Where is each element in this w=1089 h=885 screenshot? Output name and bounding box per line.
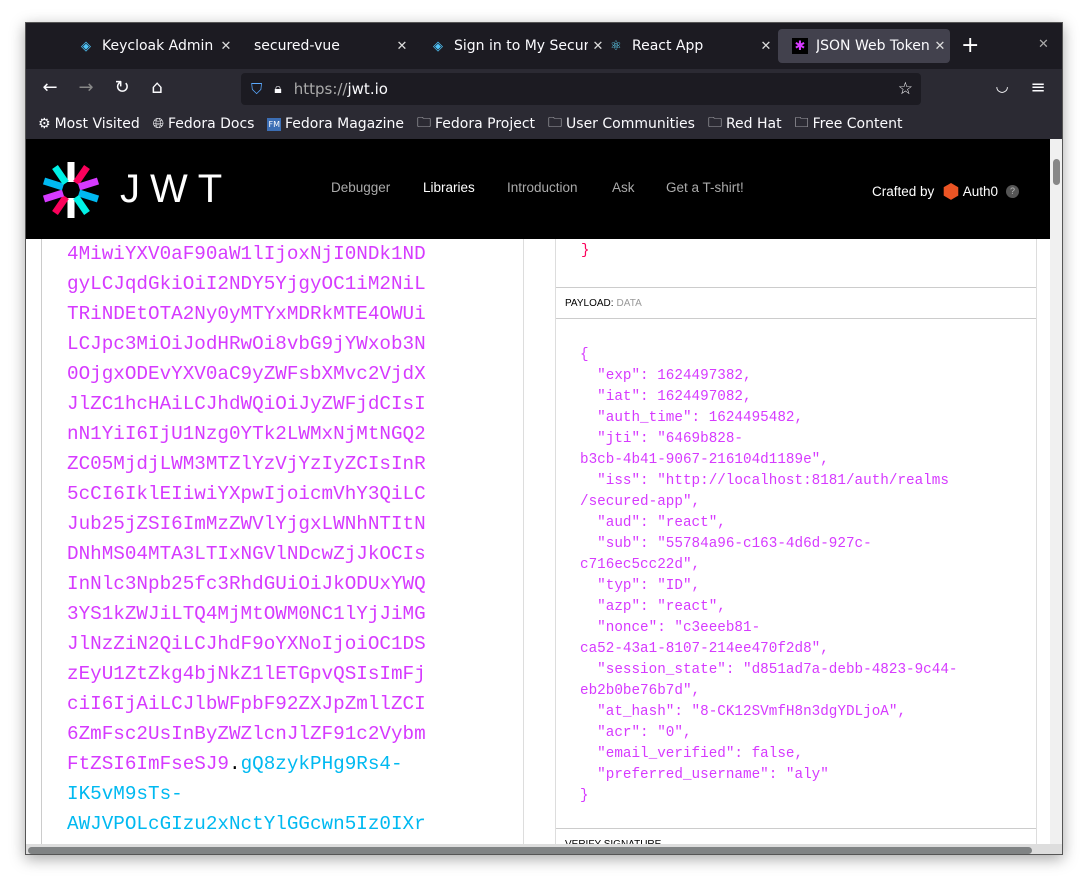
bookmark-fedora-project[interactable]: 🗀 Fedora Project	[417, 112, 535, 136]
payload-line: "azp": "react",	[580, 599, 726, 615]
payload-line: "email_verified": false,	[580, 746, 804, 762]
folder-icon: 🗀	[794, 115, 809, 131]
pocket-icon[interactable]: ◡	[990, 77, 1014, 95]
payload-line: "jti": "6469b828-	[580, 431, 744, 447]
reload-button[interactable]: ↻	[110, 77, 134, 98]
payload-line: "acr": "0",	[580, 725, 692, 741]
horizontal-scroll-thumb[interactable]	[28, 847, 1032, 854]
payload-line: b3cb-4b41-9067-216104d1189e",	[580, 452, 829, 468]
bookmark-fedora-docs[interactable]: 🌐︎ Fedora Docs	[153, 116, 255, 132]
payload-line: ca52-43a1-8107-214ee470f2d8",	[580, 641, 829, 657]
decoded-panel: } PAYLOAD: DATA { "exp": 1624497382, "iat…	[555, 239, 1037, 854]
gear-icon: ⚙	[38, 116, 51, 132]
tab-sign-in[interactable]: ◈ Sign in to My Secur ✕	[416, 29, 608, 63]
folder-icon: 🗀	[548, 115, 563, 131]
encoded-signature: IK5vM9sTs- AWJVPOLcGIzu2xNctYlGGcwn5Iz0I…	[67, 783, 426, 835]
url-bar[interactable]: ⛉ 🔒︎ https://jwt.io ☆	[241, 73, 921, 105]
site-header: JWT Debugger Libraries Introduction Ask …	[26, 139, 1050, 239]
tab-secured-vue[interactable]: secured-vue ✕	[240, 29, 412, 63]
encoded-signature-head: gQ8zykPHg9Rs4-	[240, 753, 403, 775]
close-window-icon[interactable]: ✕	[1038, 37, 1049, 52]
react-icon: ⚛	[610, 38, 622, 54]
tab-jwt[interactable]: ✱ JSON Web Tokens ✕	[778, 29, 950, 63]
payload-line: c716ec5cc22d",	[580, 557, 701, 573]
jwt-logo-text: JWT	[120, 167, 233, 211]
close-tab-icon[interactable]: ✕	[756, 39, 776, 54]
folder-icon: 🗀	[416, 115, 431, 131]
jwt-page: JWT Debugger Libraries Introduction Ask …	[26, 139, 1050, 854]
crafted-by-auth0[interactable]: Crafted by ⬢ Auth0 ?	[872, 179, 1020, 204]
menu-icon[interactable]: ≡	[1026, 77, 1050, 98]
menu-tshirt[interactable]: Get a T-shirt!	[666, 180, 744, 195]
bookmark-user-communities[interactable]: 🗀 User Communities	[548, 112, 695, 136]
bookmark-fedora-magazine[interactable]: FM Fedora Magazine	[267, 116, 404, 132]
bookmark-star-icon[interactable]: ☆	[898, 79, 913, 99]
bookmark-most-visited[interactable]: ⚙ Most Visited	[38, 116, 140, 132]
forward-button[interactable]: →	[74, 77, 98, 98]
payload-line: {	[580, 347, 589, 363]
horizontal-scrollbar[interactable]	[26, 844, 1062, 854]
token-dot: .	[229, 753, 241, 775]
payload-line: "aud": "react",	[580, 515, 726, 531]
close-tab-icon[interactable]: ✕	[392, 39, 412, 54]
payload-line: "session_state": "d851ad7a-debb-4823-9c4…	[580, 662, 958, 678]
nav-toolbar: ← → ↻ ⌂ ⛉ 🔒︎ https://jwt.io ☆ ◡ ≡	[26, 69, 1062, 109]
vertical-scrollbar[interactable]	[1050, 139, 1062, 854]
home-button[interactable]: ⌂	[145, 77, 169, 98]
payload-line: "iss": "http://localhost:8181/auth/realm…	[580, 473, 949, 489]
payload-line: }	[580, 788, 589, 804]
help-icon[interactable]: ?	[1006, 185, 1020, 198]
bookmark-red-hat[interactable]: 🗀 Red Hat	[708, 112, 782, 136]
tab-react-app[interactable]: ⚛ React App ✕	[594, 29, 776, 63]
payload-line: "sub": "55784a96-c163-4d6d-927c-	[580, 536, 872, 552]
close-tab-icon[interactable]: ✕	[216, 39, 236, 54]
encoded-payload-tail: FtZSI6ImFseSJ9	[67, 753, 229, 775]
payload-line: "exp": 1624497382,	[580, 368, 752, 384]
menu-debugger[interactable]: Debugger	[331, 180, 390, 195]
shield-icon[interactable]: ⛉	[251, 80, 262, 98]
menu-introduction[interactable]: Introduction	[507, 180, 578, 195]
bookmarks-bar: ⚙ Most Visited 🌐︎ Fedora Docs FM Fedora Mag…	[26, 109, 1062, 139]
fm-icon: FM	[267, 117, 281, 131]
lock-icon[interactable]: 🔒︎	[274, 81, 281, 97]
payload-json-editor[interactable]: { "exp": 1624497382, "iat": 1624497082, …	[580, 345, 958, 807]
payload-line: "typ": "ID",	[580, 578, 701, 594]
payload-section-title: PAYLOAD: DATA	[556, 287, 1036, 318]
folder-icon: 🗀	[707, 115, 722, 131]
encoded-token-panel[interactable]: 4MiwiYXV0aF90aW1lIjoxNjI0NDk1ND gyLCJqdG…	[41, 239, 524, 854]
jwt-logo-icon[interactable]	[40, 159, 102, 221]
tab-keycloak-admin[interactable]: ◈Keycloak Admin Co✕	[64, 29, 236, 63]
keycloak-icon: ◈	[81, 38, 91, 54]
jwt-icon: ✱	[792, 38, 808, 54]
payload-line: "auth_time": 1624495482,	[580, 410, 804, 426]
payload-line: "iat": 1624497082,	[580, 389, 752, 405]
payload-line: eb2b0be76b7d",	[580, 683, 701, 699]
payload-line: "at_hash": "8-CK12SVmfH8n3dgYDLjoA",	[580, 704, 907, 720]
encoded-payload: 4MiwiYXV0aF90aW1lIjoxNjI0NDk1ND gyLCJqdG…	[67, 243, 426, 745]
tab-bar: ◈Keycloak Admin Co✕ secured-vue✕ ◈Sign i…	[26, 23, 1062, 69]
bookmark-free-content[interactable]: 🗀 Free Content	[795, 112, 903, 136]
payload-line: "preferred_username": "aly"	[580, 767, 829, 783]
vertical-scroll-thumb[interactable]	[1053, 159, 1060, 185]
keycloak-icon: ◈	[433, 38, 443, 54]
payload-line: "nonce": "c3eeeb81-	[580, 620, 761, 636]
menu-libraries[interactable]: Libraries	[423, 180, 475, 195]
new-tab-button[interactable]: +	[961, 33, 979, 58]
payload-line: /secured-app",	[580, 494, 701, 510]
close-tab-icon[interactable]: ✕	[930, 39, 950, 54]
back-button[interactable]: ←	[38, 77, 62, 98]
header-json-close[interactable]: }	[581, 243, 590, 259]
menu-ask[interactable]: Ask	[612, 180, 635, 195]
globe-icon: 🌐︎	[152, 116, 164, 132]
encoded-token[interactable]: 4MiwiYXV0aF90aW1lIjoxNjI0NDk1ND gyLCJqdG…	[67, 239, 426, 839]
auth0-logo-icon: ⬢	[942, 181, 960, 203]
browser-window: ◈Keycloak Admin Co✕ secured-vue✕ ◈Sign i…	[25, 22, 1063, 855]
